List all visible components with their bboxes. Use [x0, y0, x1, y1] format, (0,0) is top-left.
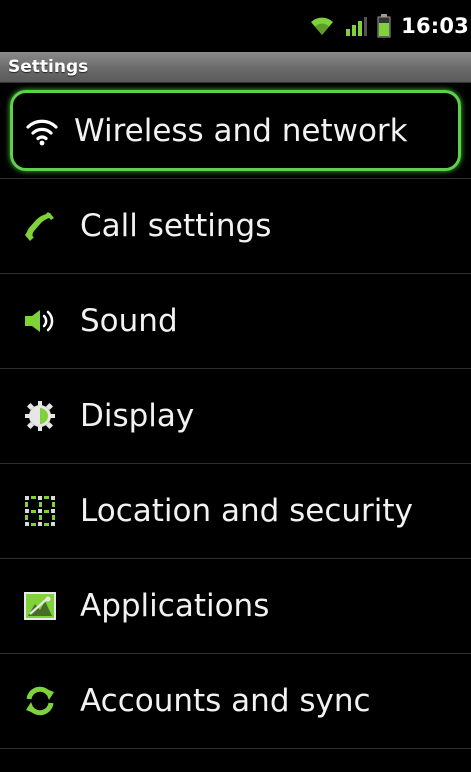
settings-item-label: Accounts and sync	[80, 683, 371, 719]
settings-item-sound[interactable]: Sound	[0, 274, 471, 369]
settings-item-call-settings[interactable]: Call settings	[0, 179, 471, 274]
wifi-icon	[309, 15, 335, 37]
settings-item-accounts-and-sync[interactable]: Accounts and sync	[0, 654, 471, 749]
settings-item-display[interactable]: Display	[0, 369, 471, 464]
settings-item-label: Sound	[80, 303, 178, 339]
settings-item-label: Applications	[80, 588, 270, 624]
phone-icon	[18, 204, 62, 248]
settings-item-label: Location and security	[80, 493, 413, 529]
signal-icon	[345, 15, 368, 37]
settings-item-label: Wireless and network	[74, 113, 408, 149]
settings-list: Wireless and network Call settings Sound	[0, 84, 471, 749]
status-bar: 16:03	[0, 0, 471, 52]
sync-icon	[18, 679, 62, 723]
settings-item-label: Display	[80, 398, 195, 434]
settings-item-applications[interactable]: Applications	[0, 559, 471, 654]
wifi-icon	[20, 109, 64, 153]
page-title: Settings	[8, 57, 89, 77]
speaker-icon	[18, 299, 62, 343]
settings-item-location-and-security[interactable]: Location and security	[0, 464, 471, 559]
battery-icon	[377, 14, 391, 38]
settings-item-label: Call settings	[80, 208, 272, 244]
location-grid-icon	[18, 489, 62, 533]
status-clock: 16:03	[401, 14, 469, 38]
applications-icon	[18, 584, 62, 628]
settings-item-wireless-and-network[interactable]: Wireless and network	[0, 84, 471, 179]
title-bar: Settings	[0, 52, 471, 83]
display-brightness-icon	[18, 394, 62, 438]
